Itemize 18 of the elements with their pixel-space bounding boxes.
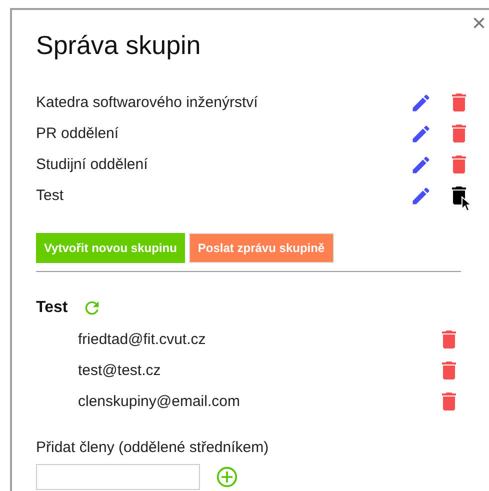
group-heading: Test (36, 299, 68, 317)
group-name[interactable]: Katedra softwarového inženýrství (36, 94, 410, 111)
close-button[interactable]: × (472, 12, 486, 36)
group-name[interactable]: Test (36, 187, 410, 204)
member-email: clenskupiny@email.com (78, 393, 240, 410)
pencil-icon[interactable] (410, 122, 432, 144)
add-icon[interactable] (216, 466, 238, 488)
pencil-icon[interactable] (410, 154, 432, 176)
cursor-icon (461, 196, 471, 212)
group-name[interactable]: Studijní oddělení (36, 156, 410, 173)
pencil-icon[interactable] (410, 92, 432, 114)
member-email: friedtad@fit.cvut.cz (78, 331, 206, 348)
pencil-icon[interactable] (410, 184, 432, 206)
add-members-label: Přidat členy (oddělené středníkem) (36, 439, 270, 456)
dialog-title: Správa skupin (36, 30, 202, 61)
group-name[interactable]: PR oddělení (36, 125, 410, 142)
members-input-field[interactable] (36, 464, 200, 490)
member-email: test@test.cz (78, 362, 161, 379)
